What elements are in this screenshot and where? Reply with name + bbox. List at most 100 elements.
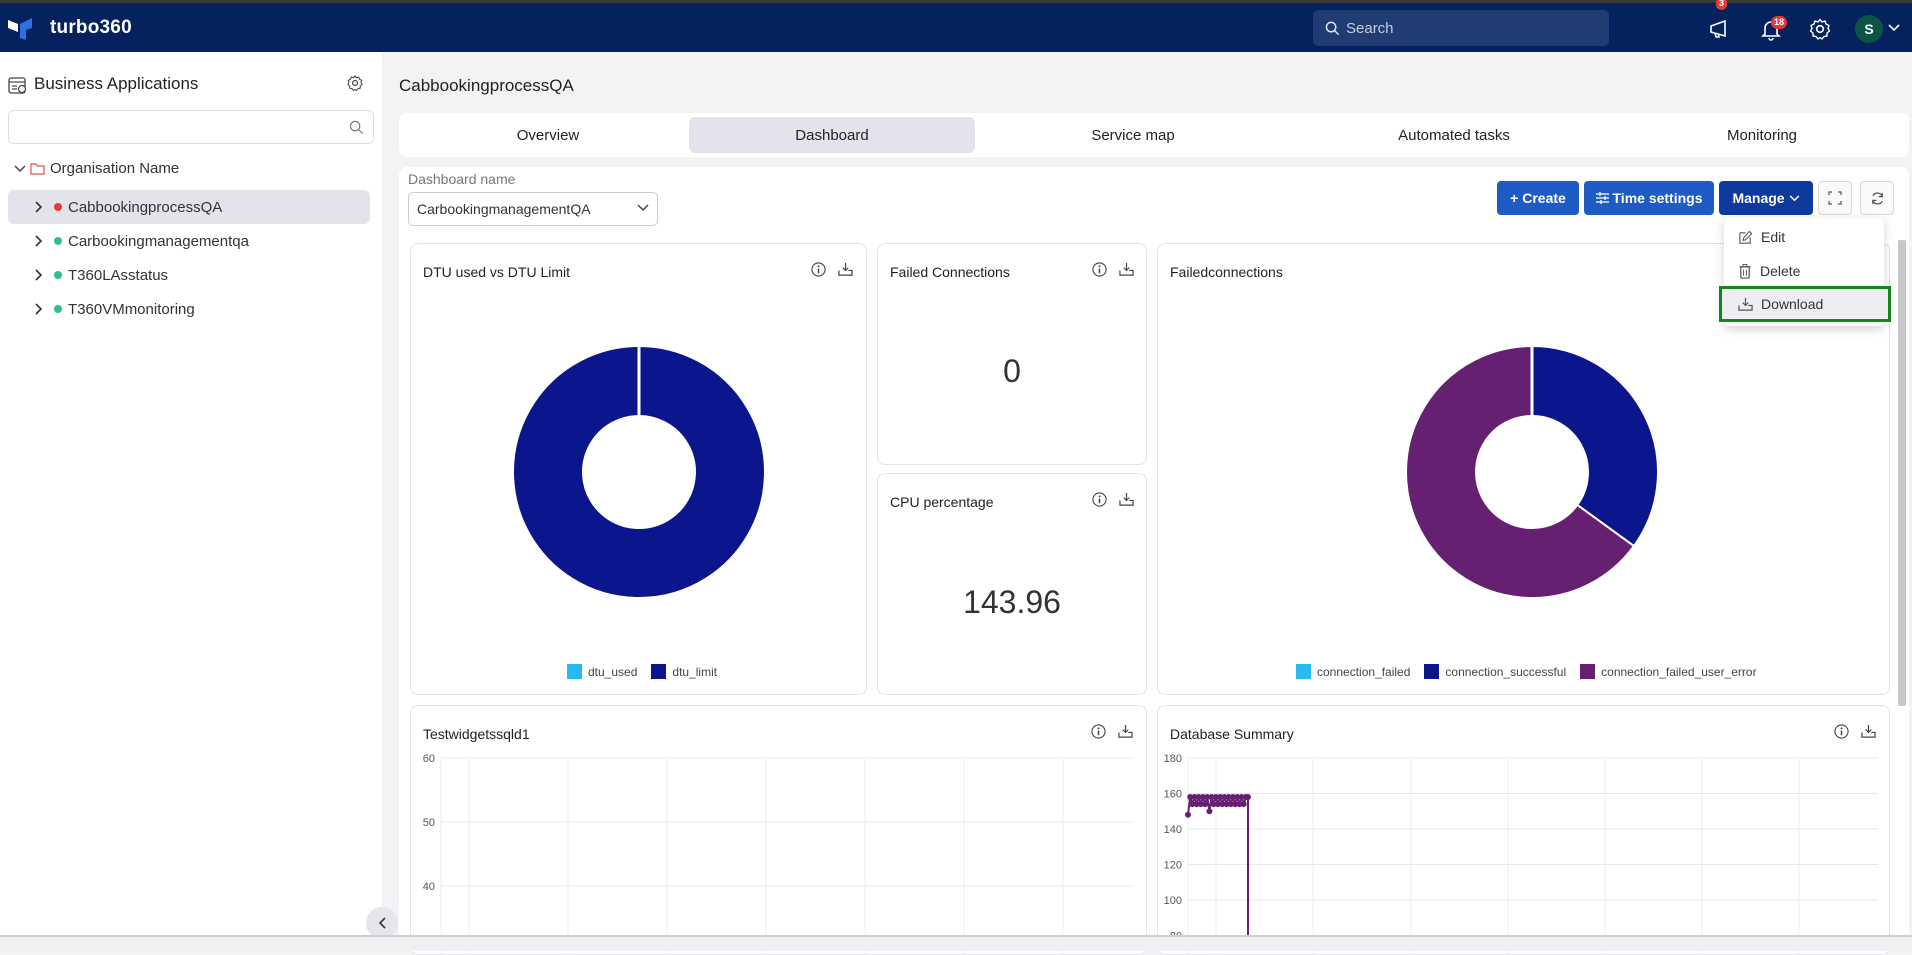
y-tick-label: 180	[1164, 753, 1182, 765]
info-icon[interactable]	[1092, 262, 1107, 277]
announcement-badge: 3	[1716, 0, 1728, 10]
legend-item-connection-failed-user-error[interactable]: connection_failed_user_error	[1580, 664, 1757, 679]
widget-title: Failed Connections	[890, 264, 1010, 280]
organisation-name: Organisation Name	[50, 160, 180, 177]
time-settings-button[interactable]: Time settings	[1584, 181, 1714, 215]
user-avatar[interactable]: S	[1855, 15, 1883, 43]
menu-item-delete[interactable]: Delete	[1724, 256, 1884, 286]
legend-item-connection-successful[interactable]: connection_successful	[1424, 664, 1566, 679]
y-tick-label: 140	[1164, 824, 1182, 836]
status-dot-green	[54, 305, 62, 313]
manage-dropdown-menu: Edit Delete Download	[1719, 218, 1891, 326]
fullscreen-icon	[1828, 191, 1842, 205]
testwidget-line-chart: 60 50 40	[423, 753, 1133, 954]
sidebar-item-label: T360VMmonitoring	[68, 300, 195, 318]
widget-cpu-percentage: CPU percentage 143.96	[877, 473, 1147, 695]
manage-label: Manage	[1732, 190, 1785, 206]
status-dot-green	[54, 271, 62, 279]
pie-slice-connection-successful[interactable]	[1531, 344, 1659, 548]
legend-swatch	[1296, 664, 1311, 679]
manage-button[interactable]: Manage	[1719, 181, 1813, 215]
legend-swatch	[1580, 664, 1596, 679]
download-icon[interactable]	[1119, 262, 1134, 277]
tab-dashboard[interactable]: Dashboard	[689, 117, 975, 153]
sidebar-item-t360lasstatus[interactable]: T360LAsstatus	[8, 258, 370, 292]
notification-count-badge: 18	[1771, 16, 1788, 29]
database-summary-line-chart: 18016014012010080	[1164, 753, 1878, 954]
sidebar-item-label: T360LAsstatus	[68, 266, 169, 284]
chevron-right-icon[interactable]	[34, 303, 44, 315]
refresh-button[interactable]	[1860, 181, 1894, 215]
legend-label: dtu_limit	[672, 664, 718, 679]
menu-item-download[interactable]: Download	[1719, 286, 1891, 322]
menu-item-label: Edit	[1761, 229, 1786, 245]
trash-icon	[1739, 263, 1751, 279]
sidebar-item-cabbookingprocessqa[interactable]: CabbookingprocessQA	[8, 190, 370, 224]
fullscreen-button[interactable]	[1818, 181, 1852, 215]
dashboard-name-select[interactable]: CarbookingmanagementQA	[408, 192, 658, 226]
sidebar-item-t360vmmonitoring[interactable]: T360VMmonitoring	[8, 292, 370, 326]
legend-swatch	[567, 664, 582, 679]
tab-monitoring[interactable]: Monitoring	[1617, 117, 1907, 153]
data-point[interactable]	[1185, 811, 1191, 818]
chevron-right-icon[interactable]	[34, 269, 44, 281]
legend-label: connection_failed_user_error	[1601, 664, 1757, 679]
chevron-right-icon[interactable]	[34, 201, 44, 213]
data-point[interactable]	[1245, 794, 1251, 801]
y-tick-label: 50	[423, 817, 435, 829]
global-search-input[interactable]: Search	[1313, 10, 1609, 46]
create-label: + Create	[1510, 190, 1566, 206]
folder-icon	[30, 163, 45, 175]
dashboard-scrollbar[interactable]	[1898, 240, 1906, 706]
sidebar-settings-gear-icon[interactable]	[346, 74, 364, 92]
y-tick-label: 160	[1164, 788, 1182, 800]
legend-item-connection-failed[interactable]: connection_failed	[1296, 664, 1410, 679]
user-menu-chevron-down-icon[interactable]	[1888, 24, 1900, 32]
announcement-megaphone-icon[interactable]	[1708, 17, 1732, 41]
data-point[interactable]	[1202, 801, 1209, 808]
chevron-left-icon	[378, 917, 386, 929]
menu-item-label: Download	[1761, 296, 1824, 312]
search-icon	[349, 120, 364, 135]
download-icon[interactable]	[1119, 492, 1134, 507]
y-tick-label: 100	[1164, 895, 1182, 907]
info-icon[interactable]	[1092, 492, 1107, 507]
turbo360-logo-icon	[8, 18, 32, 40]
window-bottom-border	[0, 935, 1912, 951]
business-applications-icon	[8, 77, 27, 94]
sliders-icon	[1595, 192, 1609, 204]
legend-item-dtu-used[interactable]: dtu_used	[567, 664, 637, 679]
sidebar: Business Applications Organisation Name …	[0, 52, 382, 951]
tab-overview[interactable]: Overview	[403, 117, 693, 153]
edit-icon	[1739, 230, 1753, 244]
data-point[interactable]	[1240, 801, 1247, 808]
create-button[interactable]: + Create	[1497, 181, 1579, 215]
sidebar-title: Business Applications	[34, 74, 199, 93]
refresh-icon	[1871, 191, 1883, 205]
chevron-down-icon	[637, 204, 649, 212]
chevron-right-icon[interactable]	[34, 235, 44, 247]
tree-organisation-node[interactable]: Organisation Name	[14, 160, 179, 177]
chevron-down-icon	[1789, 194, 1799, 201]
legend-swatch	[1424, 664, 1440, 679]
sidebar-search-input[interactable]	[8, 110, 374, 144]
settings-gear-icon[interactable]	[1808, 17, 1832, 41]
widget-failed-connections: Failed Connections 0	[877, 243, 1147, 465]
sidebar-item-label: CabbookingprocessQA	[68, 198, 223, 216]
data-point[interactable]	[1206, 808, 1213, 815]
sidebar-item-label: Carbookingmanagementqa	[68, 232, 249, 250]
series-line-database	[1187, 793, 1249, 939]
dashboard-name-value: CarbookingmanagementQA	[417, 201, 591, 217]
sidebar-item-carbookingmanagementqa[interactable]: Carbookingmanagementqa	[8, 224, 370, 258]
tab-automated-tasks[interactable]: Automated tasks	[1291, 117, 1617, 153]
download-icon	[1738, 297, 1753, 311]
failedconnections-legend: connection_failed connection_successful …	[1296, 664, 1763, 679]
legend-swatch	[651, 664, 667, 679]
dtu-donut-chart	[512, 344, 766, 599]
menu-item-edit[interactable]: Edit	[1724, 222, 1884, 252]
legend-item-dtu-limit[interactable]: dtu_limit	[651, 664, 717, 679]
tab-service-map[interactable]: Service map	[975, 117, 1291, 153]
widget-title: CPU percentage	[890, 494, 994, 510]
widget-dtu-used-vs-limit: DTU used vs DTU Limit dtu_used dtu_limit	[410, 243, 867, 695]
dtu-legend: dtu_used dtu_limit	[567, 664, 723, 679]
